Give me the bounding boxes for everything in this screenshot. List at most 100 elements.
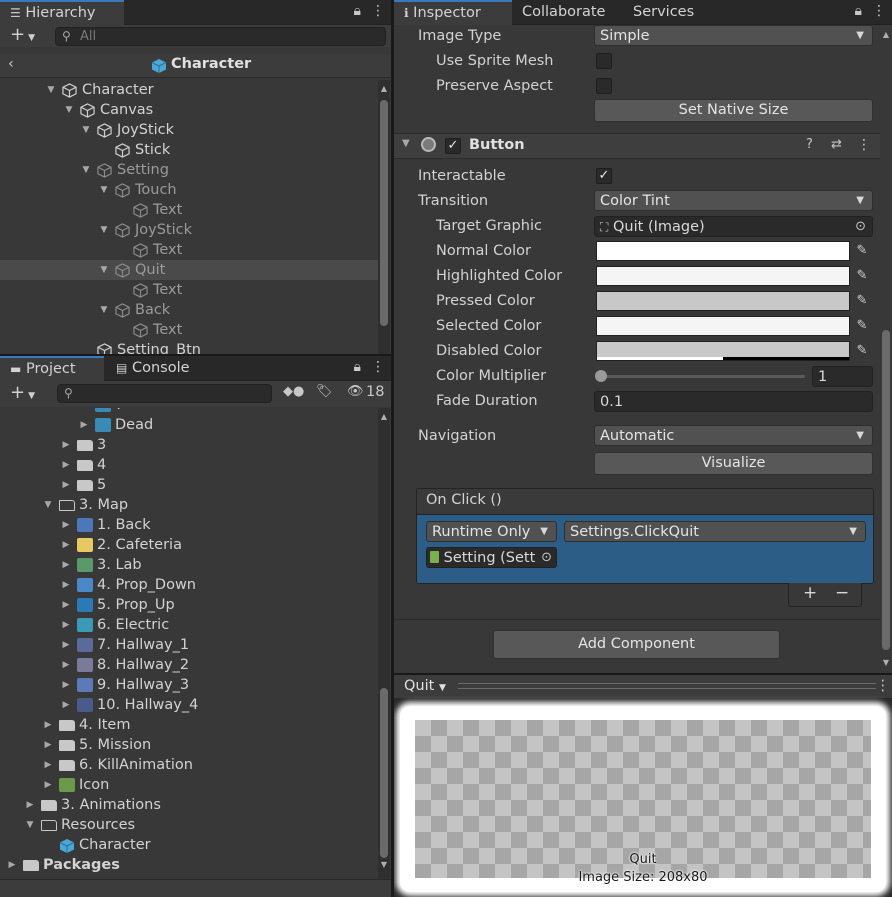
preserve-aspect-checkbox[interactable] xyxy=(596,78,612,94)
foldout-closed-icon[interactable]: ▶ xyxy=(42,735,54,755)
more-menu-icon[interactable]: ⋮ xyxy=(371,3,385,19)
preview-drag-bar[interactable] xyxy=(458,683,876,689)
interactable-checkbox[interactable]: ✓ xyxy=(596,168,612,184)
eyedropper-icon[interactable]: ✎ xyxy=(852,266,872,286)
project-item[interactable]: ▶7 xyxy=(0,408,379,415)
normal-color-swatch[interactable] xyxy=(596,241,850,261)
hidden-packages-icon[interactable]: 👁︎ xyxy=(347,384,364,399)
foldout-open-icon[interactable]: ▼ xyxy=(24,815,36,835)
tab-inspector[interactable]: ℹ Inspector xyxy=(394,0,512,25)
create-asset-button[interactable]: + ▼ xyxy=(10,382,35,403)
project-item[interactable]: ▶ Dead xyxy=(0,415,379,435)
eyedropper-icon[interactable]: ✎ xyxy=(852,316,872,336)
create-add-button[interactable]: + ▼ xyxy=(10,24,35,45)
foldout-arrow-icon[interactable]: ▼ xyxy=(80,160,92,180)
disabled-color-swatch[interactable] xyxy=(596,341,850,361)
fade-duration-input[interactable]: 0.1 xyxy=(594,391,873,412)
foldout-closed-icon[interactable]: ▶ xyxy=(60,595,72,615)
tab-console[interactable]: ▤ Console xyxy=(106,356,200,381)
foldout-closed-icon[interactable]: ▶ xyxy=(42,775,54,795)
hierarchy-search-input[interactable]: ⚲ All xyxy=(55,27,386,46)
image-type-dropdown[interactable]: Simple ▼ xyxy=(594,25,873,46)
project-item[interactable]: ▶ 4. Prop_Down xyxy=(0,575,379,595)
transition-dropdown[interactable]: Color Tint ▼ xyxy=(594,190,873,211)
scroll-down-icon[interactable]: ▼ xyxy=(880,658,892,667)
preview-dropdown[interactable]: Quit ▼ xyxy=(404,678,446,694)
hierarchy-item[interactable]: ▼ Canvas xyxy=(0,100,379,120)
project-item[interactable]: ▶ Packages xyxy=(0,855,379,875)
hierarchy-item[interactable]: ▼ JoyStick xyxy=(0,120,379,140)
foldout-closed-icon[interactable]: ▶ xyxy=(60,575,72,595)
foldout-closed-icon[interactable]: ▶ xyxy=(60,435,72,455)
highlighted-color-swatch[interactable] xyxy=(596,266,850,286)
more-menu-icon[interactable]: ⋮ xyxy=(872,3,886,19)
pressed-color-swatch[interactable] xyxy=(596,291,850,311)
foldout-arrow-icon[interactable]: ▼ xyxy=(98,260,110,280)
scroll-thumb[interactable] xyxy=(380,688,388,858)
project-item[interactable]: Character xyxy=(0,835,379,855)
add-component-button[interactable]: Add Component xyxy=(493,630,780,659)
help-icon[interactable]: ? xyxy=(806,137,813,152)
foldout-closed-icon[interactable]: ▶ xyxy=(60,515,72,535)
project-item[interactable]: ▶ 10. Hallway_4 xyxy=(0,695,379,715)
visualize-button[interactable]: Visualize xyxy=(594,452,873,475)
foldout-closed-icon[interactable]: ▶ xyxy=(60,635,72,655)
component-menu-icon[interactable]: ⋮ xyxy=(857,137,871,153)
remove-event-button[interactable]: − xyxy=(835,583,849,603)
foldout-arrow-icon[interactable]: ▼ xyxy=(98,220,110,240)
project-item[interactable]: ▶ 4 xyxy=(0,455,379,475)
project-item[interactable]: ▶ Icon xyxy=(0,775,379,795)
foldout-arrow-icon[interactable]: ▼ xyxy=(63,100,75,120)
foldout-closed-icon[interactable]: ▶ xyxy=(42,755,54,775)
navigation-dropdown[interactable]: Automatic ▼ xyxy=(594,425,873,446)
inspector-scrollbar[interactable]: ▲ ▼ xyxy=(880,26,892,673)
foldout-closed-icon[interactable]: ▶ xyxy=(60,615,72,635)
hierarchy-item[interactable]: Text xyxy=(0,320,379,340)
project-item[interactable]: ▶ 2. Cafeteria xyxy=(0,535,379,555)
scroll-up-icon[interactable]: ▲ xyxy=(378,412,390,421)
eyedropper-icon[interactable]: ✎ xyxy=(852,341,872,361)
foldout-open-icon[interactable]: ▼ xyxy=(42,495,54,515)
foldout-closed-icon[interactable]: ▶ xyxy=(60,675,72,695)
project-item[interactable]: ▼ 3. Map xyxy=(0,495,379,515)
foldout-closed-icon[interactable]: ▶ xyxy=(60,555,72,575)
eyedropper-icon[interactable]: ✎ xyxy=(852,291,872,311)
back-arrow-icon[interactable]: ‹ xyxy=(8,56,14,72)
project-item[interactable]: ▶ 5. Prop_Up xyxy=(0,595,379,615)
project-item[interactable]: ▼ Resources xyxy=(0,815,379,835)
foldout-closed-icon[interactable]: ▶ xyxy=(78,415,90,435)
color-multiplier-input[interactable]: 1 xyxy=(812,366,873,387)
eyedropper-icon[interactable]: ✎ xyxy=(852,241,872,261)
hierarchy-scrollbar[interactable]: ▲ xyxy=(378,80,390,354)
runtime-dropdown[interactable]: Runtime Only ▼ xyxy=(426,521,557,542)
project-search-input[interactable]: ⚲ xyxy=(57,384,272,403)
preset-icon[interactable]: ⇄ xyxy=(831,137,842,152)
filter-by-label-icon[interactable]: 🏷︎ xyxy=(316,384,333,399)
target-graphic-field[interactable]: ⛶ Quit (Image) ⊙ xyxy=(594,216,873,237)
color-multiplier-slider-track[interactable] xyxy=(600,375,805,378)
project-scrollbar[interactable]: ▲ ▼ xyxy=(378,408,390,879)
hierarchy-item[interactable]: ▼ Setting xyxy=(0,160,379,180)
tab-services[interactable]: Services xyxy=(623,0,704,25)
project-item[interactable]: ▶ 6. KillAnimation xyxy=(0,755,379,775)
foldout-closed-icon[interactable]: ▶ xyxy=(60,655,72,675)
lock-icon[interactable]: 🔒︎ xyxy=(354,3,361,19)
hierarchy-item[interactable]: ▼ JoyStick xyxy=(0,220,379,240)
tab-hierarchy[interactable]: ☰ Hierarchy xyxy=(0,0,124,25)
project-item[interactable]: ▶ 7. Hallway_1 xyxy=(0,635,379,655)
color-multiplier-slider-handle[interactable] xyxy=(595,370,607,382)
object-picker-icon[interactable]: ⊙ xyxy=(541,548,552,568)
foldout-arrow-icon[interactable]: ▼ xyxy=(80,120,92,140)
hierarchy-item[interactable]: Text xyxy=(0,280,379,300)
scroll-up-icon[interactable]: ▲ xyxy=(378,84,390,93)
hierarchy-item[interactable]: Stick xyxy=(0,140,379,160)
project-item[interactable]: ▶ 5 xyxy=(0,475,379,495)
project-item[interactable]: ▶ 9. Hallway_3 xyxy=(0,675,379,695)
add-event-button[interactable]: + xyxy=(803,583,817,603)
set-native-size-button[interactable]: Set Native Size xyxy=(594,99,873,122)
project-item[interactable]: ▶ 3. Animations xyxy=(0,795,379,815)
project-item[interactable]: ▶ 5. Mission xyxy=(0,735,379,755)
foldout-closed-icon[interactable]: ▶ xyxy=(60,455,72,475)
project-item[interactable]: ▶ 3 xyxy=(0,435,379,455)
project-item[interactable]: ▶ 1. Back xyxy=(0,515,379,535)
